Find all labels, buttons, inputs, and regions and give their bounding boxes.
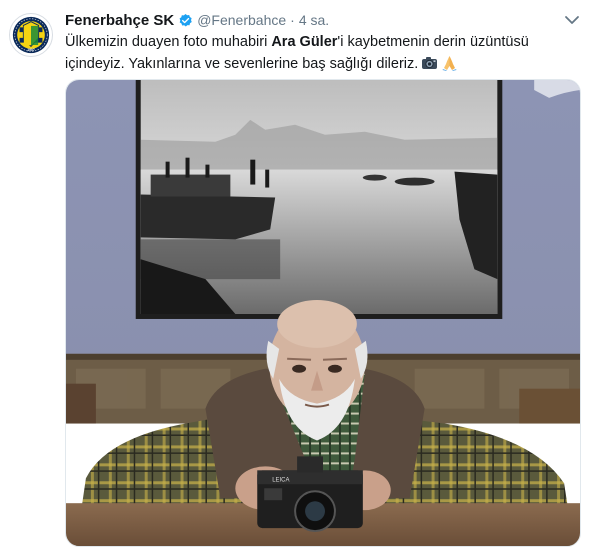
chevron-down-icon[interactable] (563, 13, 581, 27)
tweet-text: Ülkemizin duayen foto muhabiri Ara Güler… (65, 31, 575, 75)
camera-brand: LEICA (272, 477, 289, 483)
fenerbahce-logo-icon: 1907 (11, 15, 51, 55)
camera-emoji-icon (421, 55, 438, 71)
handle[interactable]: @Fenerbahce (197, 12, 286, 28)
timestamp[interactable]: 4 sa. (299, 12, 329, 28)
display-name[interactable]: Fenerbahçe SK (65, 12, 174, 29)
tweet-photo[interactable]: LEICA (65, 79, 581, 547)
tweet: 1907 Fenerbahçe SK @Fenerbahce · 4 sa. Ü… (0, 0, 590, 555)
photo-image: LEICA (66, 80, 580, 546)
avatar[interactable]: 1907 (9, 13, 53, 57)
tweet-text-part1: Ülkemizin duayen foto muhabiri (65, 34, 272, 50)
verified-badge-icon (178, 13, 193, 28)
tweet-header: Fenerbahçe SK @Fenerbahce · 4 sa. (65, 9, 329, 31)
mention-ara-guler: Ara Güler (271, 34, 338, 50)
avatar-year: 1907 (27, 48, 35, 52)
separator-dot: · (290, 12, 295, 28)
folded-hands-emoji-icon (441, 55, 458, 71)
